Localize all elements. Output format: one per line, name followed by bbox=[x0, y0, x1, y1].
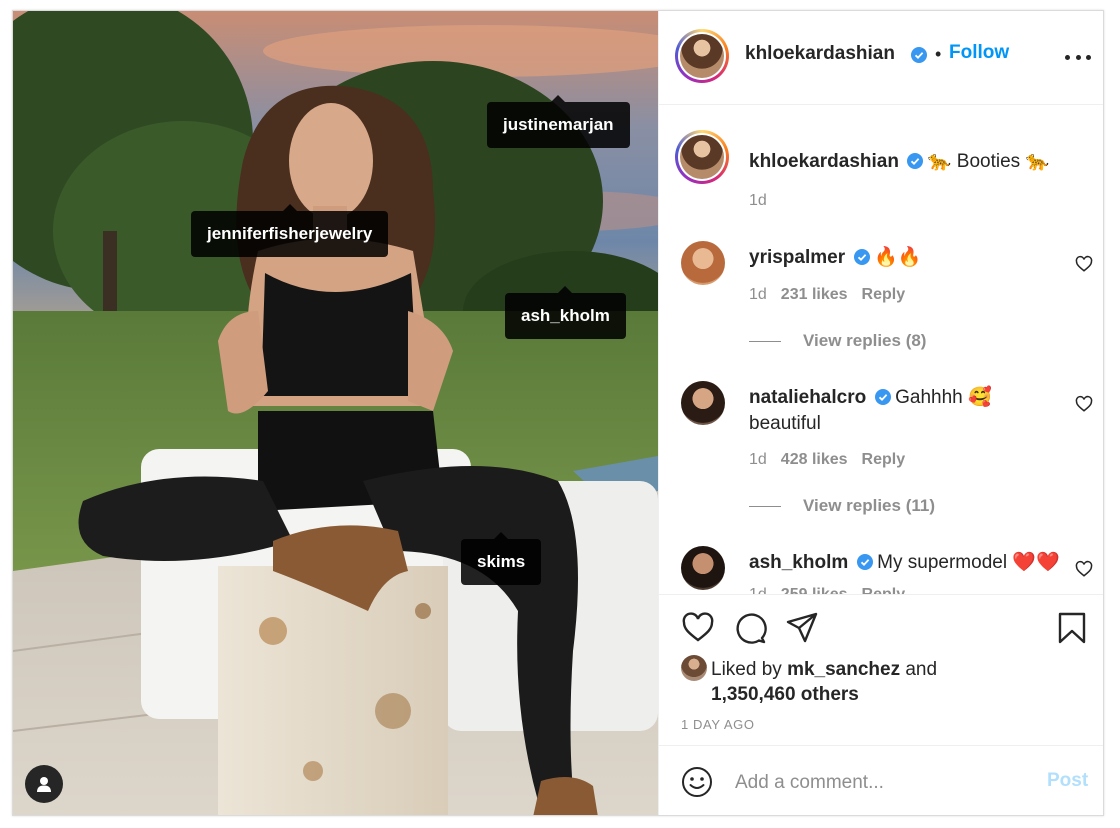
verified-icon bbox=[856, 554, 873, 570]
view-replies-label: View replies (11) bbox=[803, 496, 935, 515]
photo-tag[interactable]: jenniferfisherjewelry bbox=[191, 204, 389, 257]
heart-icon[interactable] bbox=[1075, 395, 1093, 413]
caption-avatar[interactable] bbox=[675, 130, 729, 184]
comment-username[interactable]: ash_kholm bbox=[749, 552, 848, 573]
post-timestamp[interactable]: 1 DAY AGO bbox=[681, 717, 755, 732]
likes-prefix: Liked by bbox=[711, 659, 782, 680]
likes-and: and bbox=[905, 659, 938, 680]
follow-button[interactable]: Follow bbox=[949, 42, 1009, 64]
comment-item: nataliehalcro Gahhhh 🥰 beautiful 1d 428 l… bbox=[659, 371, 1103, 521]
separator-dot: • bbox=[935, 44, 942, 64]
bookmark-icon[interactable] bbox=[1055, 611, 1089, 645]
emoji-icon[interactable] bbox=[681, 766, 713, 798]
comment-meta: 1d 259 likes Reply bbox=[749, 586, 905, 594]
likes-count[interactable]: 1,350,460 others bbox=[711, 684, 859, 705]
photo-tag[interactable]: ash_kholm bbox=[505, 286, 626, 339]
post-card: justinemarjan jenniferfisherjewelry ash_… bbox=[12, 10, 1104, 816]
comment-text: Gahhhh 🥰 bbox=[895, 387, 992, 408]
photo-tag[interactable]: justinemarjan bbox=[487, 95, 630, 148]
liker-avatar bbox=[681, 655, 707, 681]
comment-avatar[interactable] bbox=[681, 546, 725, 590]
view-replies-label: View replies (8) bbox=[803, 331, 927, 350]
comment-text: My supermodel ❤️❤️ bbox=[877, 552, 1060, 573]
comment-likes[interactable]: 231 likes bbox=[781, 286, 848, 303]
heart-icon[interactable] bbox=[681, 611, 715, 645]
comment-item: ash_kholm My supermodel ❤️❤️ 1d 259 likes… bbox=[659, 536, 1103, 594]
caption: khloekardashian 🐆 Booties 🐆 1d bbox=[659, 106, 1103, 216]
comment-username[interactable]: yrispalmer bbox=[749, 247, 845, 268]
comment-username[interactable]: nataliehalcro bbox=[749, 387, 866, 408]
comment-item: yrispalmer 🔥🔥 1d 231 likes Reply View repl… bbox=[659, 231, 1103, 351]
comment-likes[interactable]: 259 likes bbox=[781, 586, 848, 594]
author-username[interactable]: khloekardashian bbox=[745, 43, 895, 65]
verified-icon bbox=[874, 389, 891, 405]
view-replies-button[interactable]: View replies (8) bbox=[749, 331, 926, 351]
photo-tag[interactable]: skims bbox=[461, 532, 542, 585]
more-icon bbox=[1065, 54, 1070, 60]
post-details-panel: khloekardashian • Follow khloekardashian bbox=[658, 11, 1103, 815]
user-icon bbox=[37, 777, 51, 792]
post-actions: Liked by mk_sanchez and 1,350,460 others… bbox=[659, 594, 1103, 744]
reply-button[interactable]: Reply bbox=[862, 586, 906, 594]
liker-username[interactable]: mk_sanchez bbox=[787, 659, 900, 680]
comment-icon[interactable] bbox=[733, 611, 767, 645]
comment-input[interactable] bbox=[735, 768, 1035, 798]
comment-likes[interactable]: 428 likes bbox=[781, 451, 848, 468]
more-options-button[interactable] bbox=[1065, 45, 1091, 69]
comment-text-line2: beautiful bbox=[749, 413, 821, 434]
comments-list[interactable]: khloekardashian 🐆 Booties 🐆 1d yrispalme… bbox=[659, 106, 1103, 594]
caption-username[interactable]: khloekardashian bbox=[749, 151, 899, 172]
reply-button[interactable]: Reply bbox=[862, 286, 906, 303]
share-icon[interactable] bbox=[785, 611, 819, 645]
add-comment-bar: Post bbox=[659, 745, 1103, 815]
verified-icon bbox=[907, 153, 924, 169]
author-avatar[interactable] bbox=[675, 29, 729, 83]
comment-meta: 1d 428 likes Reply bbox=[749, 451, 905, 469]
comment-time: 1d bbox=[749, 286, 767, 303]
heart-icon[interactable] bbox=[1075, 255, 1093, 273]
comment-avatar[interactable] bbox=[681, 381, 725, 425]
heart-icon[interactable] bbox=[1075, 560, 1093, 578]
post-photo[interactable]: justinemarjan jenniferfisherjewelry ash_… bbox=[13, 11, 658, 815]
verified-icon bbox=[911, 47, 927, 63]
comment-time: 1d bbox=[749, 586, 767, 594]
post-header: khloekardashian • Follow bbox=[659, 11, 1103, 105]
likes-summary[interactable]: Liked by mk_sanchez and 1,350,460 others bbox=[681, 655, 1081, 707]
post-comment-button[interactable]: Post bbox=[1047, 770, 1088, 792]
verified-icon bbox=[853, 249, 870, 265]
caption-text: 🐆 Booties 🐆 bbox=[927, 151, 1050, 172]
reply-button[interactable]: Reply bbox=[862, 451, 906, 468]
caption-time: 1d bbox=[749, 192, 767, 209]
comment-meta: 1d 231 likes Reply bbox=[749, 286, 905, 304]
view-replies-button[interactable]: View replies (11) bbox=[749, 496, 935, 516]
comment-avatar[interactable] bbox=[681, 241, 725, 285]
comment-text: 🔥🔥 bbox=[874, 247, 922, 268]
tagged-users-button[interactable] bbox=[25, 765, 63, 803]
comment-time: 1d bbox=[749, 451, 767, 468]
